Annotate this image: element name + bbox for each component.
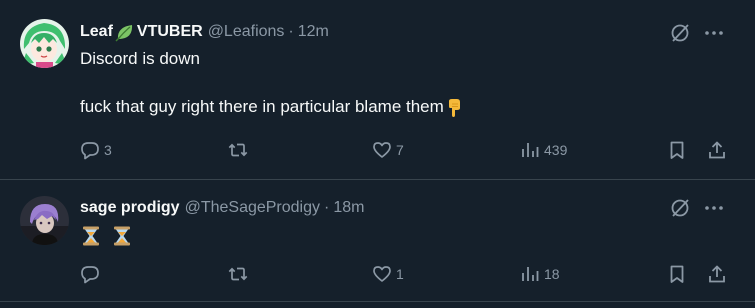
views-button[interactable]: 18 (520, 262, 560, 286)
like-count: 7 (396, 142, 404, 158)
tweet-header: Leaf VTUBER @Leafions · 12m (80, 22, 329, 42)
tweet-top-actions (669, 197, 725, 219)
tweet-header: sage prodigy @TheSageProdigy · 18m (80, 198, 364, 218)
bookmark-button[interactable] (667, 262, 687, 286)
tweet-text-line (80, 224, 133, 247)
heart-icon (373, 142, 391, 158)
bookmark-icon (670, 141, 684, 159)
tweet-actions: 1 18 (80, 262, 727, 286)
views-chart-icon (522, 143, 539, 157)
retweet-icon (228, 267, 248, 281)
separator-dot: · (324, 199, 330, 216)
reply-icon (81, 142, 99, 160)
reply-count: 3 (104, 142, 112, 158)
bookmark-icon (670, 265, 684, 283)
avatar[interactable] (20, 19, 69, 68)
avatar-purple-hair-icon (20, 196, 69, 245)
timestamp[interactable]: 18m (333, 199, 364, 217)
views-count: 18 (544, 266, 560, 282)
tweet-top-actions (669, 22, 725, 44)
like-button[interactable]: 7 (372, 138, 404, 162)
tweet-text-line: Discord is down (80, 49, 200, 68)
leaf-icon (115, 25, 132, 42)
share-button[interactable] (707, 138, 727, 162)
display-name[interactable]: Leaf VTUBER (80, 22, 203, 42)
separator-dot: · (288, 23, 294, 40)
reply-button[interactable]: 3 (80, 138, 112, 162)
timeline-feed: Leaf VTUBER @Leafions · 12m Discord is d… (0, 0, 755, 308)
reply-icon (81, 266, 99, 284)
hourglass-icon (83, 226, 99, 246)
share-button[interactable] (707, 262, 727, 286)
pointing-down-icon (448, 98, 460, 117)
views-chart-icon (522, 267, 539, 281)
retweet-button[interactable] (228, 138, 252, 162)
retweet-button[interactable] (228, 262, 252, 286)
heart-icon (373, 266, 391, 282)
retweet-icon (228, 143, 248, 157)
tweet-actions: 3 7 439 (80, 138, 727, 162)
more-icon[interactable] (703, 22, 725, 44)
tweet-text-line: fuck that guy right there in particular … (80, 96, 464, 118)
like-count: 1 (396, 266, 404, 282)
share-icon (709, 265, 725, 283)
views-count: 439 (544, 142, 568, 158)
handle[interactable]: @Leafions (208, 23, 285, 41)
tweet[interactable]: Leaf VTUBER @Leafions · 12m Discord is d… (0, 0, 755, 180)
handle[interactable]: @TheSageProdigy (185, 199, 320, 217)
more-icon[interactable] (703, 197, 725, 219)
display-name[interactable]: sage prodigy (80, 199, 180, 217)
tweet[interactable]: sage prodigy @TheSageProdigy · 18m 1 18 (0, 180, 755, 302)
grok-icon[interactable] (669, 22, 691, 44)
bookmark-button[interactable] (667, 138, 687, 162)
grok-icon[interactable] (669, 197, 691, 219)
avatar-anime-green-hair-icon (20, 19, 69, 68)
share-icon (709, 141, 725, 159)
like-button[interactable]: 1 (372, 262, 404, 286)
timestamp[interactable]: 12m (298, 23, 329, 41)
avatar[interactable] (20, 196, 69, 245)
views-button[interactable]: 439 (520, 138, 567, 162)
reply-button[interactable] (80, 262, 104, 286)
hourglass-icon (114, 226, 131, 246)
